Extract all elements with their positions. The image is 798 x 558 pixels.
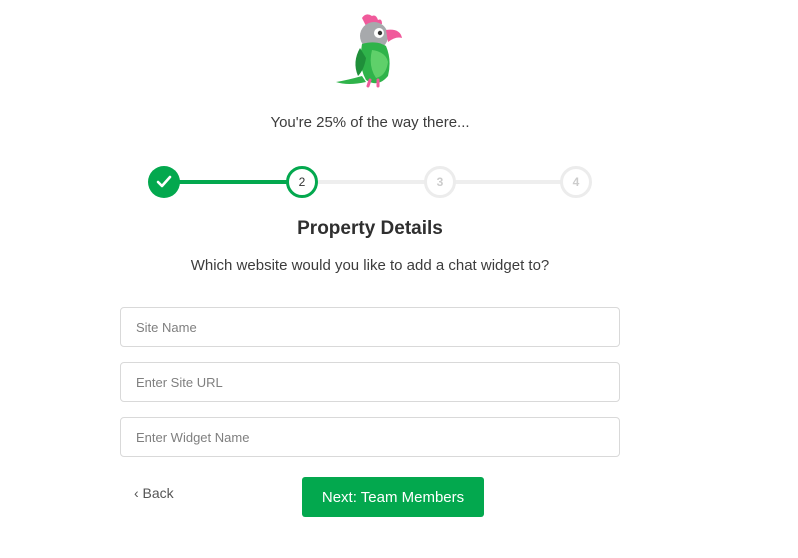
site-name-input[interactable] <box>120 307 620 347</box>
site-url-input[interactable] <box>120 362 620 402</box>
page-subtitle: Which website would you like to add a ch… <box>190 257 550 274</box>
step-4: 4 <box>560 166 592 198</box>
step-3: 3 <box>424 166 456 198</box>
step-2-current: 2 <box>286 166 318 198</box>
parrot-logo-icon <box>336 14 402 88</box>
step-1-completed <box>148 166 180 198</box>
next-team-members-button[interactable]: Next: Team Members <box>302 477 484 517</box>
check-icon <box>156 175 172 188</box>
widget-name-input[interactable] <box>120 417 620 457</box>
progress-stepper: 2 3 4 <box>148 166 592 200</box>
progress-text: You're 25% of the way there... <box>270 114 470 131</box>
page-title: Property Details <box>297 218 443 239</box>
back-link[interactable]: ‹ Back <box>134 485 174 501</box>
stepper-track-completed <box>164 180 302 184</box>
